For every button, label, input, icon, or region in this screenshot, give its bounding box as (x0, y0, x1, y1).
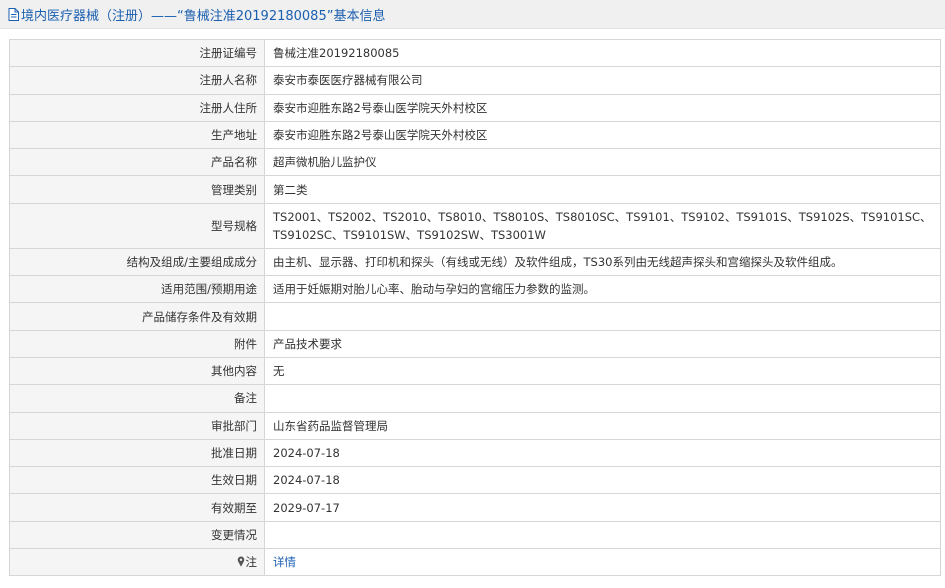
row-label: 注册人住所 (9, 93, 265, 122)
row-value: 超声微机胎儿监护仪 (264, 148, 941, 177)
row-label: 变更情况 (9, 520, 265, 550)
row-label: 生效日期 (9, 466, 265, 495)
row-label: 管理类别 (9, 175, 265, 204)
table-row: 附件 产品技术要求 (9, 329, 941, 358)
table-row: 备注 (9, 384, 941, 413)
document-icon (8, 7, 19, 21)
row-value: 2024-07-18 (264, 438, 941, 468)
table-row: 审批部门 山东省药品监督管理局 (9, 411, 941, 440)
table-row: 生产地址 泰安市迎胜东路2号泰山医学院天外村校区 (9, 120, 941, 150)
table-row: 注册人住所 泰安市迎胜东路2号泰山医学院天外村校区 (9, 93, 941, 122)
row-value: 鲁械注准20192180085 (264, 38, 941, 68)
row-value: 2024-07-18 (264, 466, 941, 495)
row-value: TS2001、TS2002、TS2010、TS8010、TS8010S、TS80… (264, 202, 941, 249)
table-row: 管理类别 第二类 (9, 175, 941, 204)
row-value: 产品技术要求 (264, 329, 941, 358)
details-link[interactable]: 详情 (273, 555, 296, 569)
row-value: 详情 (264, 548, 941, 577)
row-value: 泰安市迎胜东路2号泰山医学院天外村校区 (264, 120, 941, 150)
row-label: 生产地址 (9, 120, 265, 150)
table-row: 变更情况 (9, 520, 941, 550)
row-label: 注册证编号 (9, 38, 265, 68)
table-row: 注册证编号 鲁械注准20192180085 (9, 38, 941, 68)
table-row: 生效日期 2024-07-18 (9, 466, 941, 495)
row-value: 泰安市迎胜东路2号泰山医学院天外村校区 (264, 93, 941, 122)
row-value: 2029-07-17 (264, 493, 941, 522)
page-header: 境内医疗器械（注册）——“鲁械注准20192180085”基本信息 (0, 0, 945, 29)
table-row: 产品储存条件及有效期 (9, 302, 941, 331)
table-row: 批准日期 2024-07-18 (9, 438, 941, 468)
row-label: 结构及组成/主要组成成分 (9, 247, 265, 277)
row-value (264, 302, 941, 331)
row-label: 型号规格 (9, 202, 265, 249)
table-row: 适用范围/预期用途 适用于妊娠期对胎儿心率、胎动与孕妇的宫缩压力参数的监测。 (9, 275, 941, 304)
table-row: 注册人名称 泰安市泰医医疗器械有限公司 (9, 66, 941, 95)
table-row: 有效期至 2029-07-17 (9, 493, 941, 522)
row-label: 备注 (9, 384, 265, 413)
note-label: 注 (245, 555, 258, 570)
page-title: 境内医疗器械（注册）——“鲁械注准20192180085”基本信息 (21, 8, 386, 24)
row-value: 山东省药品监督管理局 (264, 411, 941, 440)
row-label: 有效期至 (9, 493, 265, 522)
row-label: 产品名称 (9, 148, 265, 177)
row-label: 适用范围/预期用途 (9, 275, 265, 304)
table-row: 结构及组成/主要组成成分 由主机、显示器、打印机和探头（有线或无线）及软件组成，… (9, 247, 941, 277)
row-value (264, 520, 941, 550)
row-label: 其他内容 (9, 356, 265, 386)
table-row: 型号规格 TS2001、TS2002、TS2010、TS8010、TS8010S… (9, 202, 941, 249)
row-value: 无 (264, 356, 941, 386)
row-value (264, 384, 941, 413)
row-value: 由主机、显示器、打印机和探头（有线或无线）及软件组成，TS30系列由无线超声探头… (264, 247, 941, 277)
row-value: 适用于妊娠期对胎儿心率、胎动与孕妇的宫缩压力参数的监测。 (264, 275, 941, 304)
row-label: 附件 (9, 329, 265, 358)
note-label-cell: 注 (9, 548, 265, 577)
row-value: 第二类 (264, 175, 941, 204)
table-row: 其他内容 无 (9, 356, 941, 386)
info-table: 注册证编号 鲁械注准20192180085 注册人名称 泰安市泰医医疗器械有限公… (9, 38, 941, 577)
table-row: 注 详情 (9, 548, 941, 577)
row-label: 审批部门 (9, 411, 265, 440)
table-row: 产品名称 超声微机胎儿监护仪 (9, 148, 941, 177)
row-label: 注册人名称 (9, 66, 265, 95)
row-value: 泰安市泰医医疗器械有限公司 (264, 66, 941, 95)
row-label: 产品储存条件及有效期 (9, 302, 265, 331)
row-label: 批准日期 (9, 438, 265, 468)
pin-icon (237, 556, 244, 567)
